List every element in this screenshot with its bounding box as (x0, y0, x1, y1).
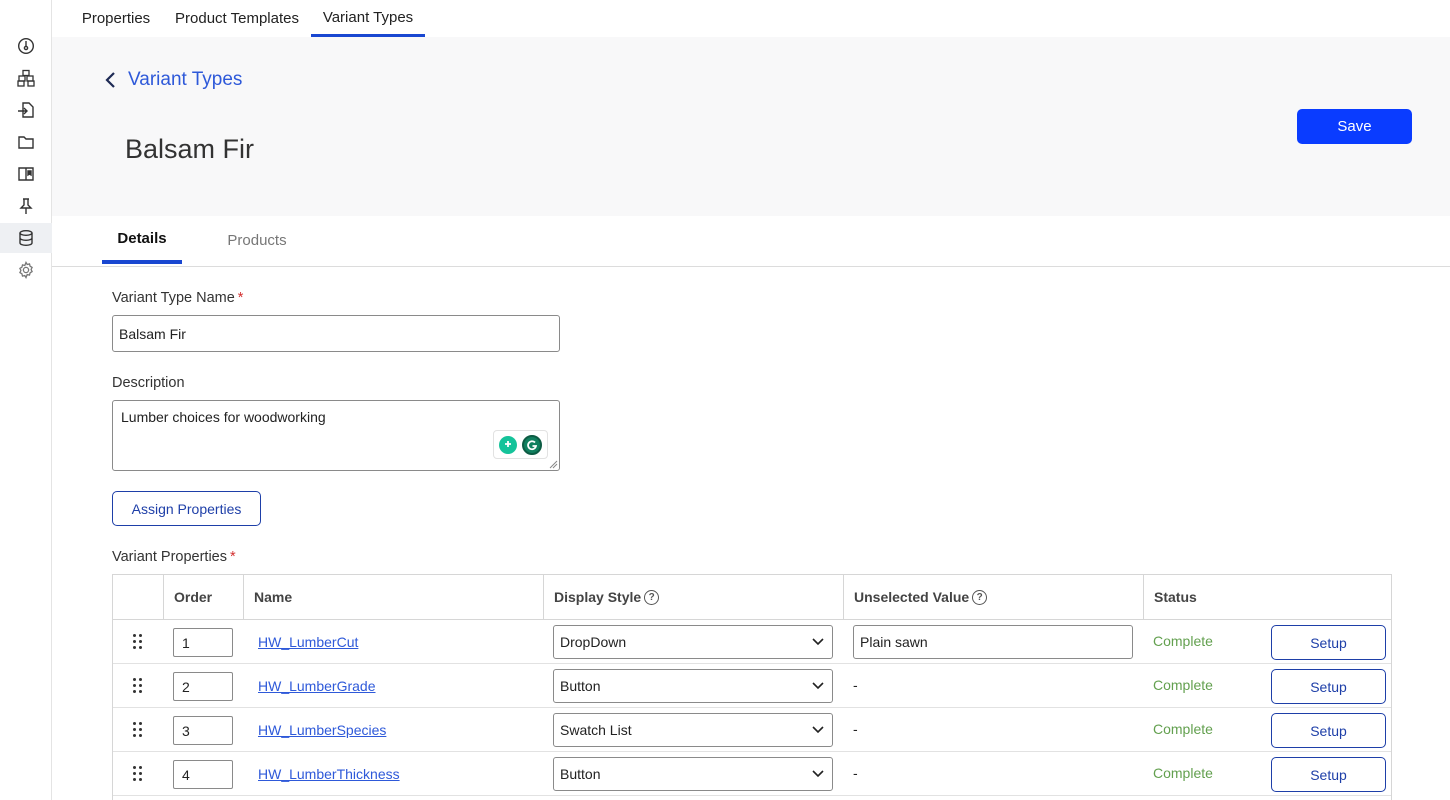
unselected-value-empty: - (853, 677, 858, 693)
grammarly-logo-icon[interactable] (521, 434, 542, 455)
settings-icon[interactable] (0, 255, 52, 285)
display-style-select[interactable]: Button (553, 669, 833, 703)
page-header: Variant Types Balsam Fir Save (52, 37, 1450, 216)
order-input[interactable] (173, 716, 233, 745)
header-display-style: Display Style? (543, 575, 843, 619)
description-label: Description (112, 375, 185, 391)
pin-icon[interactable] (0, 191, 52, 221)
assign-properties-button[interactable]: Assign Properties (112, 491, 261, 526)
header-drag (113, 575, 163, 619)
setup-button[interactable]: Setup (1271, 669, 1386, 704)
unselected-value-empty: - (853, 721, 858, 737)
page-title: Balsam Fir (125, 134, 255, 164)
variant-type-name-label: Variant Type Name * (112, 290, 244, 306)
order-input[interactable] (173, 628, 233, 657)
variant-properties-label: Variant Properties * (112, 549, 236, 565)
display-style-value: Button (560, 766, 601, 782)
help-icon[interactable]: ? (972, 589, 988, 605)
header-order: Order (163, 575, 243, 619)
chevron-down-icon (812, 682, 824, 690)
setup-button[interactable]: Setup (1271, 757, 1386, 792)
header-name: Name (243, 575, 543, 619)
display-style-select[interactable]: Swatch List (553, 713, 833, 747)
property-name-link[interactable]: HW_LumberSpecies (258, 722, 386, 738)
order-input[interactable] (173, 760, 233, 789)
variant-type-name-input[interactable] (112, 315, 560, 352)
status-text: Complete (1153, 765, 1213, 781)
tab-details[interactable]: Details (102, 216, 182, 264)
display-style-value: DropDown (560, 634, 627, 650)
back-link[interactable]: Variant Types (104, 69, 242, 91)
tab-properties[interactable]: Properties (70, 0, 162, 37)
status-text: Complete (1153, 633, 1213, 649)
catalog-icon[interactable] (0, 63, 52, 93)
setup-button[interactable]: Setup (1271, 713, 1386, 748)
status-text: Complete (1153, 677, 1213, 693)
required-mark: * (237, 290, 244, 306)
property-name-link[interactable]: HW_LumberCut (258, 634, 358, 650)
header-unselected-value: Unselected Value? (843, 575, 1143, 619)
detail-tabs: Details Products (52, 216, 1450, 267)
save-button[interactable]: Save (1297, 109, 1412, 144)
property-name-link[interactable]: HW_LumberGrade (258, 678, 376, 694)
display-style-value: Swatch List (560, 722, 632, 738)
back-link-label: Variant Types (128, 69, 243, 90)
database-icon[interactable] (0, 223, 52, 253)
tab-product-templates[interactable]: Product Templates (168, 0, 306, 37)
display-style-value: Button (560, 678, 601, 694)
variant-properties-table: Order Name Display Style? Unselected Val… (112, 574, 1392, 800)
display-style-select[interactable]: DropDown (553, 625, 833, 659)
table-row: HW_LumberCut DropDown Complete Setup (113, 620, 1391, 664)
library-icon[interactable] (0, 159, 52, 189)
unselected-value-input[interactable] (853, 625, 1133, 659)
table-header: Order Name Display Style? Unselected Val… (113, 575, 1391, 620)
table-row: HW_LumberGrade Button - Complete Setup (113, 664, 1391, 708)
setup-button[interactable]: Setup (1271, 625, 1386, 660)
tab-products[interactable]: Products (215, 216, 299, 264)
drag-handle-icon[interactable] (131, 766, 145, 782)
drag-handle-icon[interactable] (131, 634, 145, 650)
unselected-value-empty: - (853, 765, 858, 781)
grammarly-suggestion-icon[interactable] (499, 435, 518, 454)
table-row: HW_LumberThickness Button - Complete Set… (113, 752, 1391, 796)
table-row: HW_LumberSpecies Swatch List - Complete … (113, 708, 1391, 752)
tab-variant-types[interactable]: Variant Types (311, 0, 425, 37)
grammarly-widget[interactable] (493, 430, 548, 459)
status-text: Complete (1153, 721, 1213, 737)
import-icon[interactable] (0, 95, 52, 125)
display-style-select[interactable]: Button (553, 757, 833, 791)
chevron-down-icon (812, 770, 824, 778)
drag-handle-icon[interactable] (131, 678, 145, 694)
help-icon[interactable]: ? (644, 589, 660, 605)
folder-icon[interactable] (0, 127, 52, 157)
drag-handle-icon[interactable] (131, 722, 145, 738)
top-tabs: Properties Product Templates Variant Typ… (52, 0, 1450, 37)
chevron-down-icon (812, 638, 824, 646)
chevron-down-icon (812, 726, 824, 734)
header-status: Status (1143, 575, 1391, 619)
sidebar (0, 0, 52, 800)
chevron-left-icon (105, 72, 115, 88)
property-name-link[interactable]: HW_LumberThickness (258, 766, 400, 782)
dashboard-icon[interactable] (0, 31, 52, 61)
resize-grip-icon[interactable] (549, 460, 558, 469)
required-mark: * (229, 549, 236, 565)
order-input[interactable] (173, 672, 233, 701)
